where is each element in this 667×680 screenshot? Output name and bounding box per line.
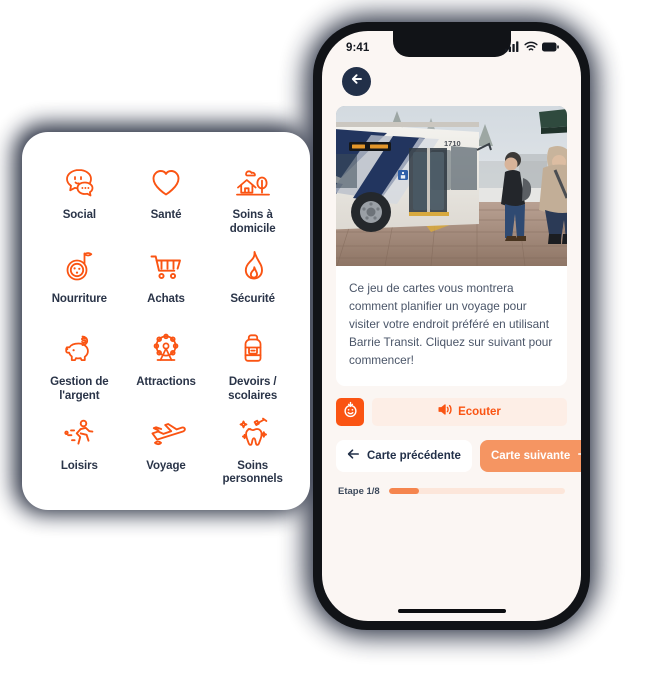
piggy-bank-icon	[60, 329, 98, 369]
progress-fill	[388, 488, 419, 495]
accessibility-face-icon	[342, 401, 359, 423]
category-label: Devoirs / scolaires	[228, 376, 278, 402]
category-item-loisirs[interactable]: Loisirs	[36, 409, 123, 493]
ferris-wheel-icon	[147, 329, 185, 369]
screenshot-stage: Social Santé Soins à domicile Nourriture…	[0, 0, 667, 680]
speaker-icon	[438, 403, 452, 421]
category-item-achats[interactable]: Achats	[123, 242, 210, 326]
shopping-cart-icon	[147, 246, 185, 286]
category-item-soins-personnels[interactable]: Soins personnels	[209, 409, 296, 493]
category-label: Achats	[147, 292, 185, 305]
category-item-gestion-de-largent[interactable]: Gestion de l'argent	[36, 325, 123, 409]
category-item-voyage[interactable]: Voyage	[123, 409, 210, 493]
category-label: Loisirs	[60, 459, 98, 472]
category-item-nourriture[interactable]: Nourriture	[36, 242, 123, 326]
app-header	[322, 61, 581, 102]
phone-mockup: 9:41 1710 Ce jeu de cartes vous montrera…	[313, 22, 590, 630]
card-body-text: Ce jeu de cartes vous montrera comment p…	[349, 281, 553, 367]
heart-icon	[148, 162, 184, 202]
progress-row: Etape 1/8	[338, 486, 565, 497]
arrow-left-icon	[350, 72, 364, 91]
category-item-soins-a-domicile[interactable]: Soins à domicile	[209, 158, 296, 242]
flame-icon	[237, 246, 269, 286]
step-label: Etape 1/8	[338, 485, 380, 497]
progress-track	[388, 488, 565, 495]
house-tree-icon	[233, 162, 273, 202]
backpack-icon	[236, 329, 270, 369]
category-label: Attractions	[136, 376, 196, 388]
battery-icon	[542, 39, 559, 57]
listen-button-label: Ecouter	[458, 405, 501, 418]
status-bar-icons	[505, 39, 559, 57]
category-label: Nourriture	[51, 292, 107, 305]
accessibility-face-button[interactable]	[336, 397, 364, 426]
status-bar-clock: 9:41	[346, 42, 370, 54]
category-item-sante[interactable]: Santé	[123, 158, 210, 242]
category-item-social[interactable]: Social	[36, 158, 123, 242]
category-label: Social	[62, 209, 96, 221]
bus-stop-photo: 1710	[336, 106, 567, 266]
wifi-icon	[524, 39, 538, 57]
next-card-label: Carte suivante	[490, 449, 571, 462]
previous-card-label: Carte précédente	[367, 449, 461, 462]
category-label: Sécurité	[230, 292, 275, 305]
phone-screen: 9:41 1710 Ce jeu de cartes vous montrera…	[322, 31, 581, 621]
arrow-right-icon	[577, 448, 581, 463]
speech-bubbles-icon	[61, 162, 97, 202]
back-button[interactable]	[342, 67, 371, 96]
home-indicator[interactable]	[397, 609, 506, 613]
lesson-card: 1710 Ce jeu de cartes vous montrera comm…	[336, 106, 567, 386]
category-label: Santé	[150, 209, 182, 221]
listen-row: Ecouter	[336, 397, 567, 426]
category-label: Soins à domicile	[229, 209, 276, 235]
category-label: Voyage	[146, 459, 186, 472]
category-item-securite[interactable]: Sécurité	[209, 242, 296, 326]
previous-card-button[interactable]: Carte précédente	[336, 439, 472, 472]
pizza-icon	[61, 246, 97, 286]
category-item-devoirs-scolaires[interactable]: Devoirs / scolaires	[209, 325, 296, 409]
category-item-attractions[interactable]: Attractions	[123, 325, 210, 409]
category-label: Soins personnels	[222, 459, 283, 486]
running-person-icon	[60, 413, 98, 453]
category-label: Gestion de l'argent	[50, 376, 109, 402]
arrow-left-icon	[347, 448, 360, 463]
category-grid: Social Santé Soins à domicile Nourriture…	[36, 158, 296, 492]
next-card-button[interactable]: Carte suivante	[479, 439, 581, 472]
category-panel: Social Santé Soins à domicile Nourriture…	[22, 132, 310, 510]
listen-button[interactable]: Ecouter	[372, 397, 567, 426]
cellular-signal-icon	[505, 39, 520, 57]
card-navigation: Carte précédente Carte suivante	[336, 439, 581, 472]
status-bar: 9:41	[322, 31, 581, 61]
airplane-icon	[146, 413, 186, 453]
tooth-brush-icon	[234, 413, 272, 453]
